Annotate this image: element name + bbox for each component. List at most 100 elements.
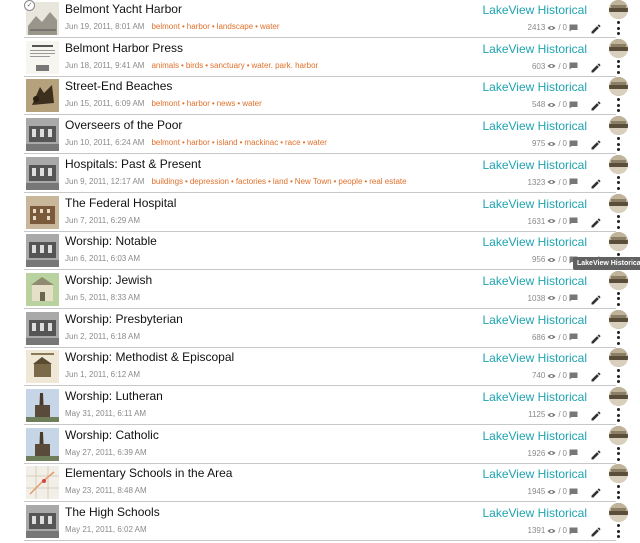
tag-link[interactable]: sanctuary bbox=[210, 61, 245, 70]
avatar[interactable] bbox=[609, 154, 628, 174]
list-item[interactable]: Elementary Schools in the Area May 23, 2… bbox=[24, 464, 628, 503]
tag-link[interactable]: water. park. harbor bbox=[252, 61, 319, 70]
avatar[interactable] bbox=[609, 425, 628, 445]
author-link[interactable]: LakeView Historical bbox=[483, 351, 588, 365]
more-vert-icon[interactable] bbox=[612, 98, 624, 113]
more-vert-icon[interactable] bbox=[612, 21, 624, 35]
story-thumbnail[interactable] bbox=[26, 118, 59, 152]
pencil-icon[interactable] bbox=[590, 99, 602, 111]
story-title[interactable]: Hospitals: Past & Present bbox=[65, 157, 201, 171]
select-checkbox[interactable]: ✓ bbox=[24, 0, 35, 11]
avatar[interactable] bbox=[609, 348, 628, 368]
author-link[interactable]: LakeView Historical bbox=[483, 119, 588, 133]
story-thumbnail[interactable] bbox=[26, 234, 59, 268]
avatar[interactable] bbox=[609, 270, 628, 290]
story-title[interactable]: Worship: Presbyterian bbox=[65, 312, 183, 326]
author-link[interactable]: LakeView Historical bbox=[483, 390, 588, 404]
more-vert-icon[interactable] bbox=[612, 175, 624, 190]
author-link[interactable]: LakeView Historical bbox=[483, 3, 588, 17]
list-item[interactable]: The High Schools May 21, 2011, 6:02 AM L… bbox=[24, 503, 628, 542]
pencil-icon[interactable] bbox=[590, 293, 602, 305]
story-title[interactable]: Belmont Yacht Harbor bbox=[65, 2, 182, 16]
author-link[interactable]: LakeView Historical bbox=[483, 80, 588, 94]
story-thumbnail[interactable] bbox=[26, 156, 59, 190]
pencil-icon[interactable] bbox=[590, 486, 602, 498]
tag-link[interactable]: depression bbox=[190, 177, 229, 186]
avatar[interactable] bbox=[609, 116, 628, 136]
tag-link[interactable]: water bbox=[307, 138, 327, 147]
list-item[interactable]: Worship: Methodist & Episcopal Jun 1, 20… bbox=[24, 348, 628, 387]
avatar[interactable] bbox=[609, 309, 628, 329]
author-link[interactable]: LakeView Historical bbox=[483, 197, 588, 211]
story-title[interactable]: Worship: Catholic bbox=[65, 428, 159, 442]
list-item[interactable]: The Federal Hospital Jun 7, 2011, 6:29 A… bbox=[24, 193, 628, 232]
list-item[interactable]: Belmont Yacht Harbor Jun 19, 2011, 8:01 … bbox=[24, 0, 628, 38]
author-link[interactable]: LakeView Historical bbox=[483, 158, 588, 172]
author-link[interactable]: LakeView Historical bbox=[483, 506, 588, 520]
list-item[interactable]: Worship: Jewish Jun 5, 2011, 8:33 AM Lak… bbox=[24, 270, 628, 309]
story-thumbnail[interactable] bbox=[26, 195, 59, 229]
tag-link[interactable]: people bbox=[338, 177, 362, 186]
more-vert-icon[interactable] bbox=[612, 214, 624, 229]
tag-link[interactable]: harbor bbox=[187, 22, 210, 31]
pencil-icon[interactable] bbox=[590, 332, 602, 344]
pencil-icon[interactable] bbox=[590, 138, 602, 150]
list-item[interactable]: Street-End Beaches Jun 15, 2011, 6:09 AM… bbox=[24, 77, 628, 116]
list-item[interactable]: Belmont Harbor Press Jun 18, 2011, 9:41 … bbox=[24, 38, 628, 77]
tag-link[interactable]: real estate bbox=[369, 177, 406, 186]
more-vert-icon[interactable] bbox=[612, 408, 624, 422]
tag-link[interactable]: water bbox=[260, 22, 280, 31]
tag-link[interactable]: mackinac bbox=[244, 138, 278, 147]
list-item[interactable]: Worship: Catholic May 27, 2011, 6:39 AM … bbox=[24, 425, 628, 464]
more-vert-icon[interactable] bbox=[612, 446, 624, 461]
more-vert-icon[interactable] bbox=[612, 330, 624, 345]
tag-link[interactable]: belmont bbox=[151, 99, 179, 108]
story-title[interactable]: Belmont Harbor Press bbox=[65, 41, 183, 55]
story-thumbnail[interactable] bbox=[26, 505, 59, 539]
pencil-icon[interactable] bbox=[590, 525, 602, 537]
pencil-icon[interactable] bbox=[590, 409, 602, 421]
story-title[interactable]: Worship: Methodist & Episcopal bbox=[65, 350, 234, 364]
tag-link[interactable]: island bbox=[217, 138, 238, 147]
story-thumbnail[interactable] bbox=[26, 311, 59, 345]
story-thumbnail[interactable] bbox=[26, 40, 59, 74]
tag-link[interactable]: water bbox=[242, 99, 262, 108]
tag-link[interactable]: belmont bbox=[151, 22, 179, 31]
pencil-icon[interactable] bbox=[590, 448, 602, 460]
avatar[interactable] bbox=[609, 38, 628, 58]
author-link[interactable]: LakeView Historical bbox=[483, 42, 588, 56]
more-vert-icon[interactable] bbox=[612, 524, 624, 539]
avatar[interactable] bbox=[609, 193, 628, 213]
tag-link[interactable]: harbor bbox=[187, 99, 210, 108]
more-vert-icon[interactable] bbox=[612, 485, 624, 500]
avatar[interactable] bbox=[609, 0, 628, 19]
more-vert-icon[interactable] bbox=[612, 137, 624, 152]
avatar[interactable] bbox=[609, 503, 628, 523]
pencil-icon[interactable] bbox=[590, 22, 602, 34]
story-title[interactable]: Worship: Notable bbox=[65, 234, 157, 248]
tag-link[interactable]: race bbox=[285, 138, 301, 147]
pencil-icon[interactable] bbox=[590, 216, 602, 228]
avatar[interactable] bbox=[609, 387, 628, 406]
more-vert-icon[interactable] bbox=[612, 291, 624, 306]
tag-link[interactable]: animals bbox=[151, 61, 179, 70]
more-vert-icon[interactable] bbox=[612, 59, 624, 74]
author-link[interactable]: LakeView Historical bbox=[483, 467, 588, 481]
story-title[interactable]: Overseers of the Poor bbox=[65, 118, 182, 132]
tag-link[interactable]: New Town bbox=[295, 177, 332, 186]
story-thumbnail[interactable] bbox=[26, 466, 59, 500]
avatar[interactable] bbox=[609, 77, 628, 97]
story-title[interactable]: Worship: Lutheran bbox=[65, 389, 163, 403]
story-thumbnail[interactable] bbox=[26, 79, 59, 113]
list-item[interactable]: Hospitals: Past & Present Jun 9, 2011, 1… bbox=[24, 154, 628, 193]
avatar[interactable] bbox=[609, 232, 628, 252]
author-link[interactable]: LakeView Historical bbox=[483, 429, 588, 443]
list-item[interactable]: Overseers of the Poor Jun 10, 2011, 6:24… bbox=[24, 116, 628, 155]
list-item[interactable]: Worship: Lutheran May 31, 2011, 6:11 AM … bbox=[24, 387, 628, 425]
story-thumbnail[interactable] bbox=[26, 272, 59, 306]
tag-link[interactable]: belmont bbox=[151, 138, 179, 147]
story-title[interactable]: The High Schools bbox=[65, 505, 160, 519]
tag-link[interactable]: buildings bbox=[151, 177, 183, 186]
story-thumbnail[interactable] bbox=[26, 350, 59, 384]
author-link[interactable]: LakeView Historical bbox=[483, 313, 588, 327]
